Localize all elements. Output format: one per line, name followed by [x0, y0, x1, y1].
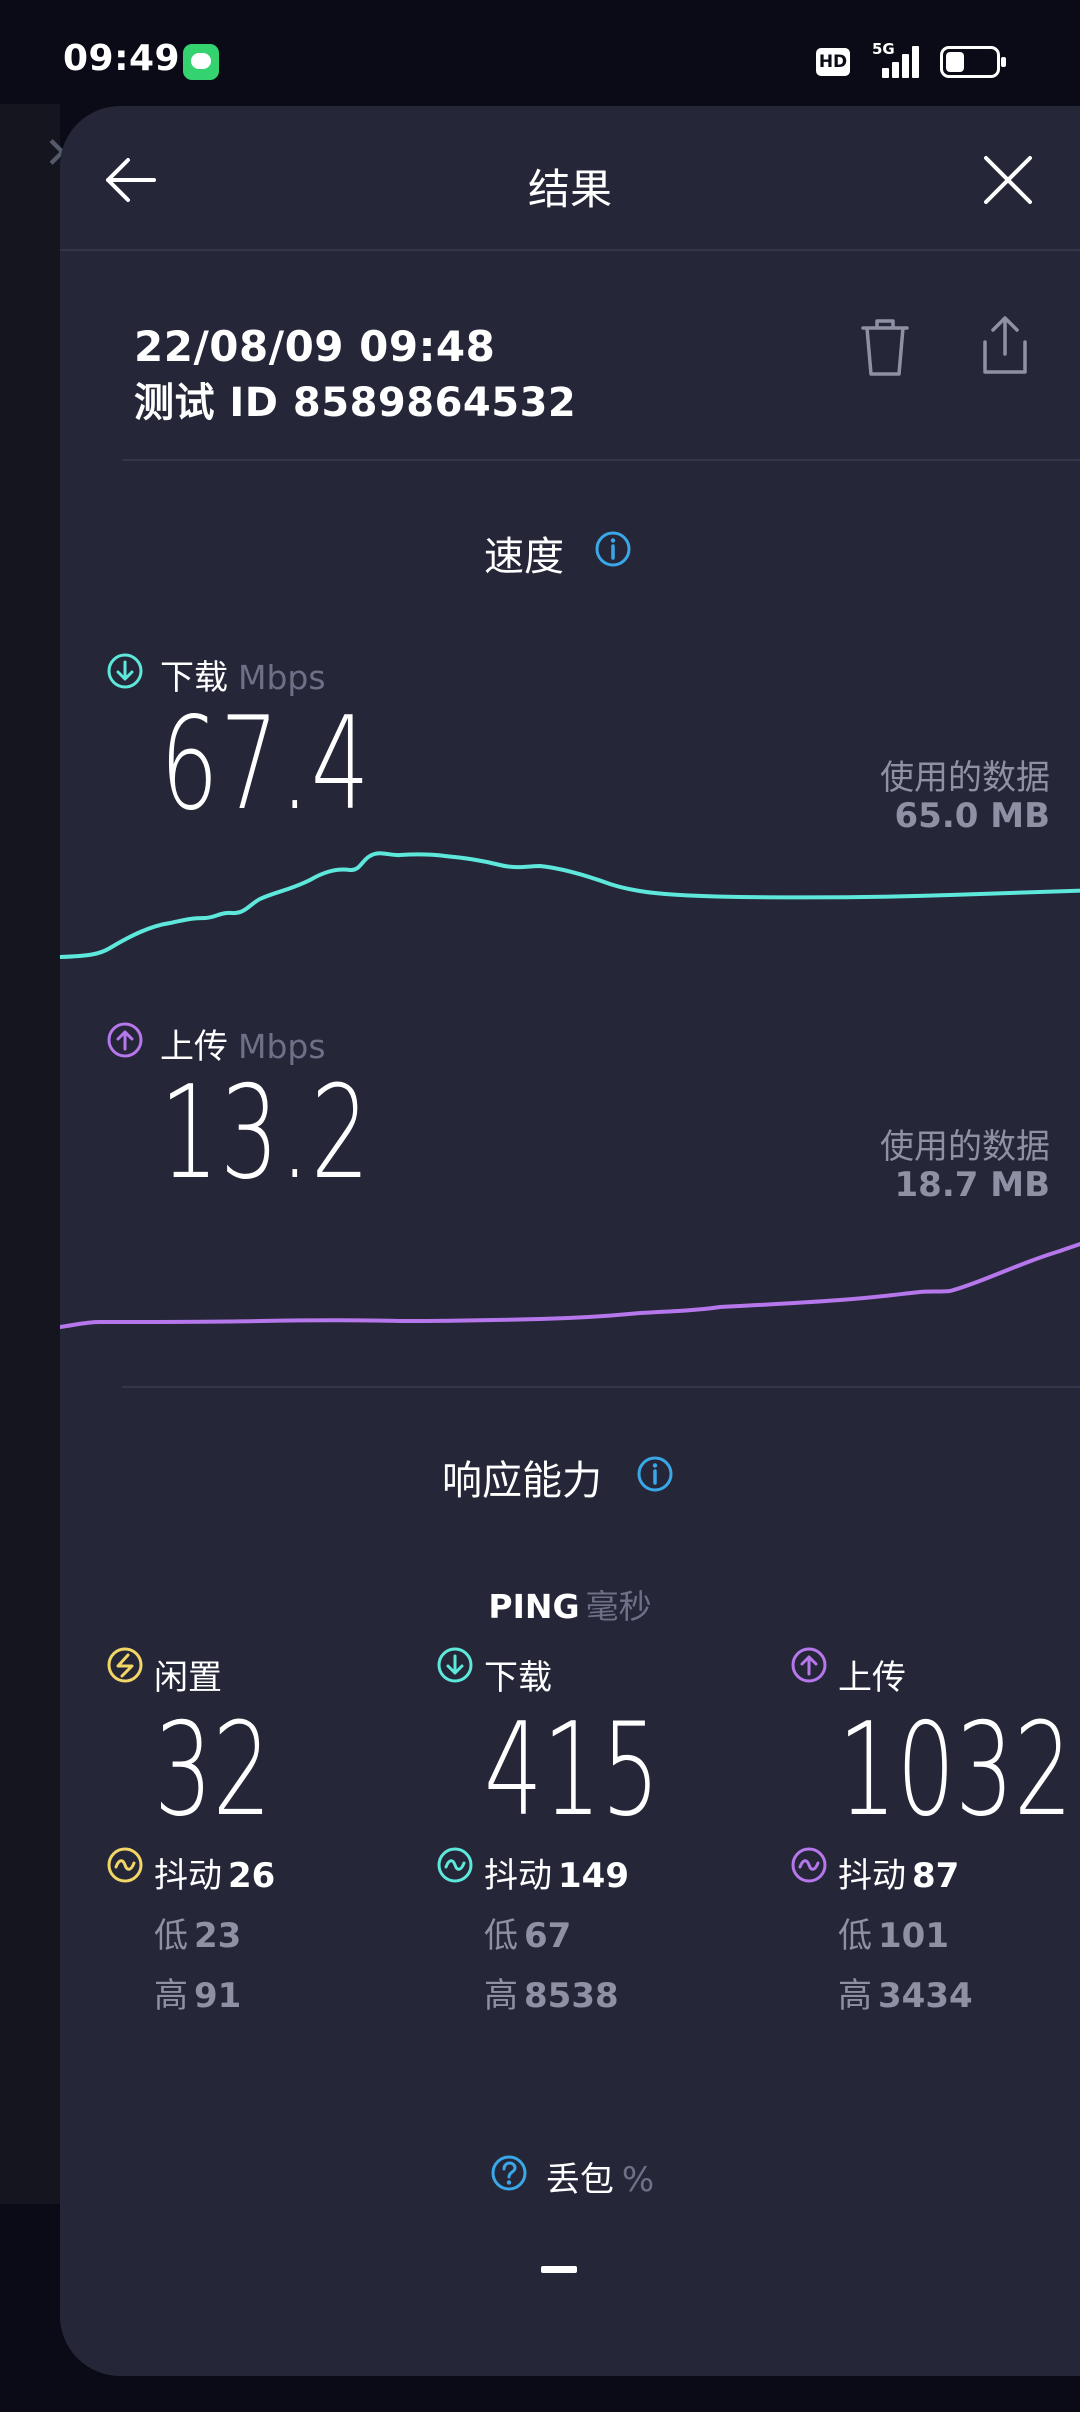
upload-jitter-value: 87: [912, 1856, 960, 1896]
upload-label: 上传: [838, 1658, 906, 1698]
background-panel: [0, 104, 60, 2204]
speed-section-title: 速度: [484, 534, 564, 580]
jitter-icon: [791, 1847, 827, 1883]
divider: [122, 1386, 1080, 1388]
idle-label: 闲置: [154, 1658, 222, 1698]
idle-high-value: 91: [194, 1976, 242, 2016]
download-high: 高 8538: [484, 1968, 619, 2017]
speed-info-icon[interactable]: [594, 530, 632, 568]
responsiveness-section-title: 响应能力: [442, 1458, 602, 1504]
jitter-icon: [107, 1847, 143, 1883]
upload-high: 高 3434: [838, 1968, 973, 2017]
download-icon: [437, 1647, 473, 1683]
jitter-label: 抖动: [154, 1856, 222, 1896]
upload-ping-value: 1032: [838, 1696, 1073, 1845]
upload-data-used-label: 使用的数据: [880, 1127, 1050, 1167]
result-date: 22/08/09 09:48: [134, 322, 496, 371]
ping-idle-column: 闲置 32 抖动 26 低 23 高 91: [106, 1646, 426, 2126]
packet-loss-unit: %: [621, 2160, 655, 2200]
upload-jitter: 抖动 87: [838, 1848, 959, 1897]
responsiveness-info-icon[interactable]: [636, 1455, 674, 1493]
download-jitter: 抖动 149: [484, 1848, 629, 1897]
download-low-value: 67: [524, 1916, 572, 1956]
low-label: 低: [838, 1916, 872, 1956]
sheet-header: 结果: [60, 106, 1080, 251]
packet-loss-label: 丢包%: [60, 2152, 1080, 2201]
idle-low-value: 23: [194, 1916, 242, 1956]
low-label: 低: [154, 1916, 188, 1956]
ping-upload-column: 上传 1032 抖动 87 低 101 高 3434: [790, 1646, 1080, 2126]
jitter-icon: [437, 1847, 473, 1883]
jitter-label: 抖动: [484, 1856, 552, 1896]
page-title: 结果: [527, 165, 612, 214]
upload-low-value: 101: [878, 1916, 949, 1956]
download-jitter-value: 149: [558, 1856, 629, 1896]
jitter-label: 抖动: [838, 1856, 906, 1896]
upload-data-used-value: 18.7 MB: [894, 1165, 1050, 1205]
high-label: 高: [838, 1976, 872, 2016]
signal-icon: [876, 44, 922, 78]
upload-high-value: 3434: [878, 1976, 973, 2016]
idle-high: 高 91: [154, 1968, 241, 2017]
share-button[interactable]: [977, 314, 1033, 378]
idle-jitter: 抖动 26: [154, 1848, 275, 1897]
download-low: 低 67: [484, 1908, 571, 1957]
hd-badge: HD: [816, 48, 850, 76]
download-graph: [60, 851, 1080, 959]
idle-icon: [107, 1647, 143, 1683]
close-button[interactable]: [978, 150, 1038, 210]
download-icon: [107, 653, 143, 689]
download-label: 下载: [484, 1658, 552, 1698]
packet-loss-text: 丢包: [545, 2160, 614, 2200]
download-high-value: 8538: [524, 1976, 619, 2016]
idle-low: 低 23: [154, 1908, 241, 1957]
idle-jitter-value: 26: [228, 1856, 276, 1896]
divider: [122, 459, 1080, 461]
upload-graph: [60, 1241, 1080, 1329]
upload-speed-value: 13.2: [160, 1059, 371, 1208]
download-speed-value: 67.4: [160, 690, 371, 839]
high-label: 高: [154, 1976, 188, 2016]
upload-icon: [791, 1647, 827, 1683]
ping-label: PING: [488, 1587, 580, 1626]
status-bar: 09:49 HD 5G: [0, 0, 1080, 104]
ping-download-column: 下载 415 抖动 149 低 67 高 8538: [436, 1646, 756, 2126]
ping-header: PING 毫秒: [60, 1580, 1080, 1628]
ping-unit: 毫秒: [585, 1587, 652, 1626]
high-label: 高: [484, 1976, 518, 2016]
message-app-icon: [183, 44, 219, 80]
test-id: 测试 ID 8589864532: [134, 380, 577, 426]
upload-low: 低 101: [838, 1908, 949, 1957]
packet-loss-value: [541, 2266, 577, 2273]
download-ping-value: 415: [484, 1696, 660, 1845]
upload-icon: [107, 1022, 143, 1058]
trash-button[interactable]: [857, 316, 913, 380]
battery-icon: [940, 46, 1006, 78]
low-label: 低: [484, 1916, 518, 1956]
download-data-used-label: 使用的数据: [880, 758, 1050, 798]
status-time: 09:49: [63, 38, 181, 79]
idle-ping-value: 32: [154, 1696, 272, 1845]
result-sheet: 结果 22/08/09 09:48 测试 ID 8589864532 速度 下载…: [60, 106, 1080, 2376]
